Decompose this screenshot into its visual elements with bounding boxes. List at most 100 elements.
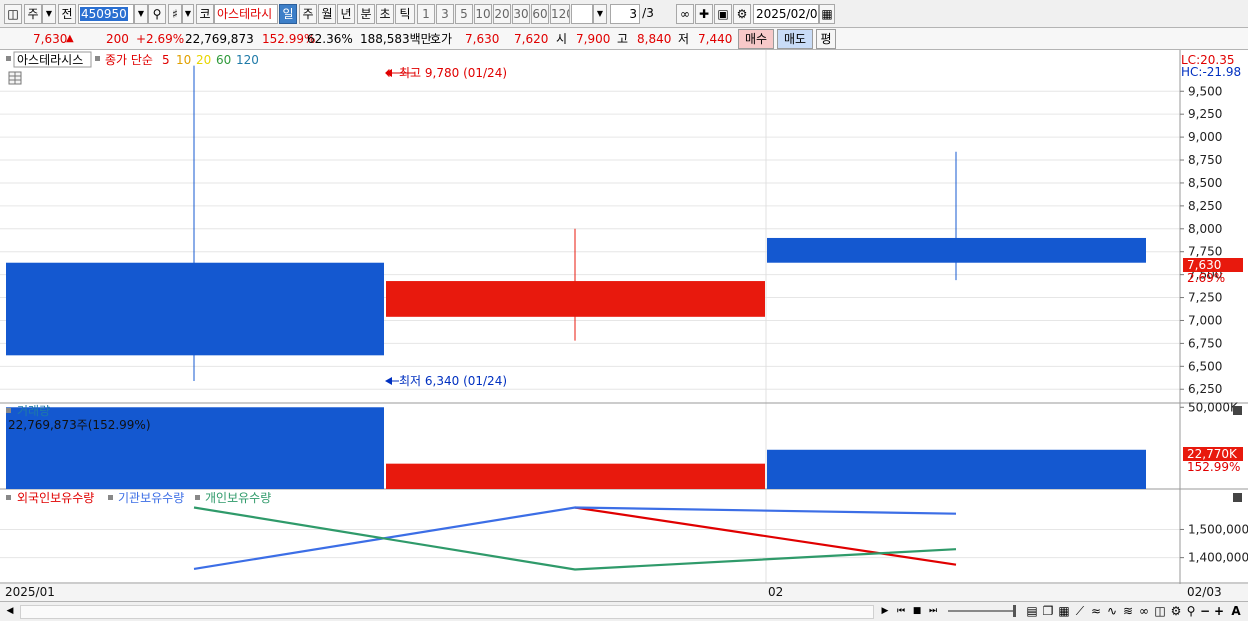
window-icon[interactable]: ◫ [4, 4, 22, 24]
settings-icon[interactable]: ⚙ [1168, 603, 1184, 619]
volume-close-icon[interactable] [1233, 406, 1242, 415]
interval-dropdown-icon[interactable]: ▼ [593, 4, 607, 24]
link-chart-icon[interactable]: ∞ [1136, 603, 1152, 619]
eval-button[interactable]: 평 [816, 29, 836, 49]
volume-bar [767, 449, 1146, 489]
period-tab-5[interactable]: 초 [376, 4, 394, 24]
price-tick-label: 9,500 [1188, 84, 1222, 98]
crosshair-icon[interactable]: ✚ [695, 4, 713, 24]
grid-icon[interactable]: ▦ [1056, 603, 1072, 619]
interval-button-30[interactable]: 30 [512, 4, 530, 24]
series-label: 종가 단순 [105, 53, 153, 67]
period-tab-6[interactable]: 틱 [395, 4, 415, 24]
low-label: 저 [678, 32, 690, 46]
ma-20: 20 [196, 53, 211, 67]
copy-icon[interactable]: ❐ [1040, 603, 1056, 619]
interval-button-5[interactable]: 5 [455, 4, 473, 24]
interval-button-3[interactable]: 3 [436, 4, 454, 24]
interval-button-120[interactable]: 120 [550, 4, 570, 24]
gear-icon[interactable]: ⚙ [733, 4, 751, 24]
page-count-input[interactable]: 3 [610, 4, 640, 24]
forward-icon[interactable]: ⏭ [926, 603, 940, 619]
ma-60: 60 [216, 53, 231, 67]
scroll-right-icon[interactable]: ▶ [878, 603, 892, 619]
interval-button-20[interactable]: 20 [493, 4, 511, 24]
trade-amount: 188,583백만 [360, 32, 432, 46]
save-icon[interactable]: ▣ [714, 4, 732, 24]
holding-tick-label: 1,500,000 [1188, 522, 1248, 536]
wave-icon[interactable]: ∿ [1104, 603, 1120, 619]
price-tick-label: 9,000 [1188, 130, 1222, 144]
interval-button-1[interactable]: 1 [417, 4, 435, 24]
ask-price: 7,630 [465, 32, 500, 46]
pattern-icon[interactable]: ≋ [1120, 603, 1136, 619]
interval-button-60[interactable]: 60 [531, 4, 549, 24]
prev-button[interactable]: 전 [58, 4, 76, 24]
layout-icon[interactable]: ▤ [1024, 603, 1040, 619]
search-icon[interactable]: ⚲ [148, 4, 166, 24]
calendar-icon[interactable]: ▦ [819, 4, 835, 24]
period-tab-2[interactable]: 월 [318, 4, 336, 24]
stock-name: 아스테라시 [214, 4, 278, 24]
ask-label: 호가 [430, 32, 453, 46]
open-label: 시 [556, 32, 568, 46]
volume-current-label: 22,770K [1187, 447, 1238, 461]
code-dropdown-icon[interactable]: ▼ [134, 4, 148, 24]
date-input[interactable]: 2025/02/03 [753, 4, 819, 24]
x-label-mid: 02 [768, 585, 783, 599]
stock-chart[interactable]: 6,2506,5006,7507,0007,2507,5007,7508,000… [0, 50, 1248, 601]
period-tab-4[interactable]: 분 [357, 4, 375, 24]
zoom-slider-handle[interactable] [1013, 605, 1016, 617]
speaker-icon[interactable]: ♯ [168, 4, 182, 24]
sell-button[interactable]: 매도 [777, 29, 813, 49]
turnover-ratio: 62.36% [307, 32, 353, 46]
stock-code-text: 450950 [80, 7, 128, 21]
rewind-icon[interactable]: ⏮ [894, 603, 908, 619]
x-axis-strip [0, 584, 1248, 601]
panel-marker-icon [6, 56, 11, 61]
series-institution: 기관보유수량 [118, 491, 184, 505]
period-tab-0[interactable]: 일 [279, 4, 297, 24]
compare-icon[interactable]: ◫ [1152, 603, 1168, 619]
price-tick-label: 6,500 [1188, 359, 1222, 373]
custom-interval-input[interactable] [571, 4, 593, 24]
ma-10: 10 [176, 53, 191, 67]
scroll-left-icon[interactable]: ◀ [4, 603, 16, 619]
interval-button-10[interactable]: 10 [474, 4, 492, 24]
price-change: 200 [106, 32, 129, 46]
buy-button[interactable]: 매수 [738, 29, 774, 49]
stop-icon[interactable]: ■ [910, 603, 924, 619]
ma-120: 120 [236, 53, 259, 67]
x-label-right: 02/03 [1187, 585, 1222, 599]
volume-bar [386, 463, 765, 489]
holding-marker-icon [108, 495, 113, 500]
period-tab-3[interactable]: 년 [337, 4, 355, 24]
zoom-in-icon[interactable]: + [1212, 603, 1226, 619]
draw-line-icon[interactable]: ⟋ [1072, 603, 1088, 619]
text-size-icon[interactable]: A [1228, 603, 1244, 619]
ma-5: 5 [162, 53, 170, 67]
candle-body [6, 262, 384, 356]
trend-icon[interactable]: ≈ [1088, 603, 1104, 619]
zoom-out-icon[interactable]: − [1198, 603, 1212, 619]
open-price: 7,900 [576, 32, 611, 46]
horizontal-scrollbar[interactable] [20, 605, 874, 619]
holding-close-icon[interactable] [1233, 493, 1242, 502]
price-tick-label: 8,000 [1188, 222, 1222, 236]
speaker-dropdown-icon[interactable]: ▼ [182, 4, 194, 24]
zoom-slider-track[interactable] [948, 610, 1014, 612]
link-icon[interactable]: ∞ [676, 4, 694, 24]
zoom-icon[interactable]: ⚲ [1184, 603, 1198, 619]
main-toolbar: ◫ 주 ▼ 전 450950 ▼ ⚲ ♯ ▼ 코 아스테라시 ▼ 3 /3 ∞ … [0, 0, 1248, 28]
period-tab-1[interactable]: 주 [299, 4, 317, 24]
market-select[interactable]: 주 [24, 4, 42, 24]
stock-code-input[interactable]: 450950 [78, 4, 134, 24]
market-dropdown-icon[interactable]: ▼ [42, 4, 56, 24]
volume-info: 22,769,873주(152.99%) [8, 418, 151, 432]
price-tick-label: 7,250 [1188, 291, 1222, 305]
page-total: /3 [642, 6, 654, 20]
current-change-label: 2.69% [1187, 271, 1225, 285]
bid-price: 7,620 [514, 32, 549, 46]
holding-tick-label: 1,400,000 [1188, 551, 1248, 565]
price-tick-label: 8,250 [1188, 199, 1222, 213]
